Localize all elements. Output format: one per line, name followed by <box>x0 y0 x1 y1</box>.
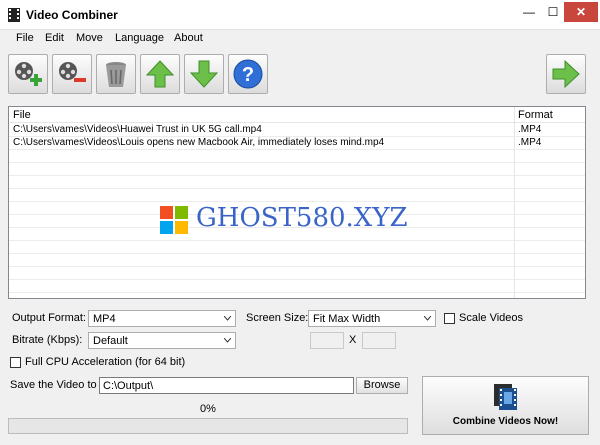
browse-button[interactable]: Browse <box>356 377 408 394</box>
row-file: C:\Users\vames\Videos\Louis opens new Ma… <box>13 137 385 148</box>
row-file: C:\Users\vames\Videos\Huawei Trust in UK… <box>13 124 262 135</box>
film-add-icon <box>15 62 42 86</box>
output-format-value: MP4 <box>93 313 116 325</box>
maximize-button[interactable]: ☐ <box>540 0 566 24</box>
progress-percent: 0% <box>200 403 216 415</box>
width-input[interactable] <box>310 332 344 349</box>
empty-row <box>9 280 585 293</box>
combine-videos-button[interactable]: Combine Videos Now! <box>422 376 589 435</box>
clear-list-button[interactable] <box>96 54 136 94</box>
toolbar: ? <box>0 50 600 100</box>
full-cpu-checkbox[interactable] <box>10 357 21 368</box>
screen-size-select[interactable]: Fit Max Width <box>308 310 436 327</box>
menu-file[interactable]: File <box>16 32 34 44</box>
scale-videos-checkbox[interactable] <box>444 313 455 324</box>
chevron-down-icon <box>224 316 231 321</box>
film-strip-icon <box>494 384 517 410</box>
app-film-icon <box>8 8 20 22</box>
arrow-down-icon <box>189 60 219 88</box>
empty-row <box>9 241 585 254</box>
title-bar: Video Combiner — ☐ ✕ <box>0 0 600 30</box>
chevron-down-icon <box>424 316 431 321</box>
bitrate-label: Bitrate (Kbps): <box>12 334 83 346</box>
combine-label: Combine Videos Now! <box>452 416 559 427</box>
move-up-button[interactable] <box>140 54 180 94</box>
table-row[interactable]: C:\Users\vames\Videos\Huawei Trust in UK… <box>9 124 585 137</box>
window-title: Video Combiner <box>26 8 118 22</box>
file-list-header: File Format <box>9 107 585 123</box>
trash-icon <box>106 62 126 87</box>
add-video-button[interactable] <box>8 54 48 94</box>
screen-size-label: Screen Size: <box>246 312 309 324</box>
output-format-label: Output Format: <box>12 312 86 324</box>
menu-about[interactable]: About <box>174 32 203 44</box>
remove-video-button[interactable] <box>52 54 92 94</box>
menu-edit[interactable]: Edit <box>45 32 64 44</box>
height-input[interactable] <box>362 332 396 349</box>
help-button[interactable]: ? <box>228 54 268 94</box>
help-icon: ? <box>233 59 263 89</box>
save-path-input[interactable]: C:\Output\ <box>99 377 354 394</box>
next-button[interactable] <box>546 54 586 94</box>
scale-videos-label: Scale Videos <box>459 312 524 324</box>
bitrate-value: Default <box>93 335 128 347</box>
bitrate-select[interactable]: Default <box>88 332 236 349</box>
size-separator: X <box>349 334 357 346</box>
menu-language[interactable]: Language <box>115 32 164 44</box>
save-to-label: Save the Video to <box>10 379 97 391</box>
empty-row <box>9 150 585 163</box>
svg-text:?: ? <box>242 64 254 86</box>
progress-bar <box>8 418 408 434</box>
column-file[interactable]: File <box>13 109 31 121</box>
menu-move[interactable]: Move <box>76 32 103 44</box>
save-path-value: C:\Output\ <box>103 380 154 392</box>
table-row[interactable]: C:\Users\vames\Videos\Louis opens new Ma… <box>9 137 585 150</box>
row-format: .MP4 <box>518 137 542 148</box>
menu-bar: File Edit Move Language About <box>0 30 600 48</box>
film-remove-icon <box>59 62 86 82</box>
windows-logo-icon <box>160 206 188 234</box>
minimize-button[interactable]: — <box>516 0 542 24</box>
arrow-up-icon <box>145 60 175 88</box>
empty-row <box>9 189 585 202</box>
empty-row <box>9 163 585 176</box>
output-format-select[interactable]: MP4 <box>88 310 236 327</box>
empty-row <box>9 267 585 280</box>
empty-row <box>9 254 585 267</box>
row-format: .MP4 <box>518 124 542 135</box>
arrow-right-icon <box>552 59 580 89</box>
screen-size-value: Fit Max Width <box>313 313 381 325</box>
empty-row <box>9 176 585 189</box>
full-cpu-label: Full CPU Acceleration (for 64 bit) <box>25 356 186 368</box>
close-button[interactable]: ✕ <box>564 2 598 22</box>
move-down-button[interactable] <box>184 54 224 94</box>
chevron-down-icon <box>224 338 231 343</box>
watermark-text: GHOST580.XYZ <box>196 203 408 233</box>
column-format[interactable]: Format <box>518 109 553 121</box>
watermark: GHOST580.XYZ <box>160 203 440 239</box>
